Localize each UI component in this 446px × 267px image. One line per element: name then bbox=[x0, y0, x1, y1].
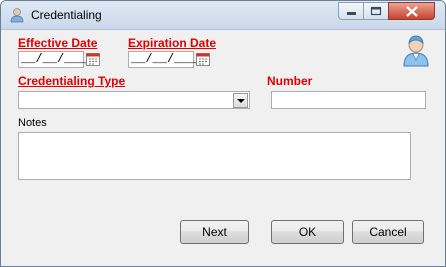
expiration-date-label: Expiration Date bbox=[128, 36, 217, 50]
calendar-icon[interactable] bbox=[85, 51, 101, 67]
number-label: Number bbox=[267, 74, 313, 88]
notes-label: Notes bbox=[18, 117, 47, 129]
next-button[interactable]: Next bbox=[180, 220, 249, 244]
maximize-button[interactable] bbox=[363, 2, 389, 20]
cancel-button[interactable]: Cancel bbox=[352, 220, 424, 244]
credentialing-window: Credentialing Effective Date __/__/____ … bbox=[0, 0, 446, 267]
close-icon bbox=[406, 6, 418, 17]
form-area: Effective Date __/__/____ Expiration Dat… bbox=[8, 30, 438, 260]
user-icon bbox=[403, 35, 429, 67]
user-icon bbox=[10, 8, 24, 23]
credentialing-type-select[interactable] bbox=[18, 91, 250, 109]
effective-date-label: Effective Date bbox=[18, 36, 98, 50]
effective-date-field[interactable]: __/__/____ bbox=[18, 51, 93, 68]
maximize-icon bbox=[370, 6, 382, 16]
minimize-icon bbox=[347, 12, 356, 15]
calendar-icon[interactable] bbox=[195, 51, 211, 67]
notes-textarea[interactable] bbox=[18, 132, 411, 180]
dropdown-button[interactable] bbox=[233, 93, 248, 108]
number-input[interactable] bbox=[271, 91, 426, 109]
credentialing-type-label: Credentialing Type bbox=[18, 74, 126, 88]
ok-button[interactable]: OK bbox=[271, 220, 344, 244]
close-button[interactable] bbox=[388, 2, 435, 20]
expiration-date-field[interactable]: __/__/____ bbox=[128, 51, 203, 68]
chevron-down-icon bbox=[237, 99, 245, 103]
title-bar[interactable]: Credentialing bbox=[1, 1, 445, 30]
minimize-button[interactable] bbox=[338, 2, 364, 20]
window-title: Credentialing bbox=[31, 8, 102, 22]
